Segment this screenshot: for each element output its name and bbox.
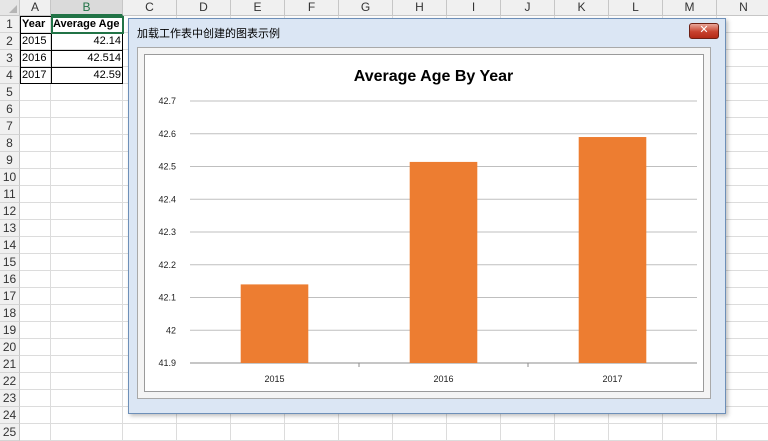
- select-all-corner[interactable]: [0, 0, 20, 16]
- column-header-k[interactable]: K: [555, 0, 609, 16]
- row-header-4[interactable]: 4: [0, 67, 20, 84]
- row-header-23[interactable]: 23: [0, 390, 20, 407]
- bar-2017: [578, 137, 647, 363]
- gridline: [20, 423, 768, 424]
- y-tick-label: 42.2: [158, 260, 176, 270]
- row-header-25[interactable]: 25: [0, 424, 20, 441]
- row-header-15[interactable]: 15: [0, 254, 20, 271]
- cell-a3[interactable]: 2016: [20, 50, 51, 67]
- row-header-7[interactable]: 7: [0, 118, 20, 135]
- bar-chart: Average Age By Year 41.9 42 42.1 42.2 42.3 42.…: [158, 68, 697, 384]
- bar-2015: [240, 284, 309, 363]
- cell-b1[interactable]: Average Age: [51, 16, 123, 33]
- table-border-inner: [20, 50, 123, 51]
- row-header-16[interactable]: 16: [0, 271, 20, 288]
- x-tick-label: 2017: [602, 374, 622, 384]
- row-header-17[interactable]: 17: [0, 288, 20, 305]
- column-header-i[interactable]: I: [447, 0, 501, 16]
- chart-window[interactable]: 加载工作表中创建的图表示例 ✕ Average Age By Year 41.9 4…: [128, 18, 726, 414]
- chart-area: Average Age By Year 41.9 42 42.1 42.2 42.3 42.…: [144, 54, 704, 392]
- row-header-11[interactable]: 11: [0, 186, 20, 203]
- y-tick-label: 42.1: [158, 293, 176, 303]
- column-header-c[interactable]: C: [123, 0, 177, 16]
- y-tick-label: 41.9: [158, 358, 176, 368]
- row-header-19[interactable]: 19: [0, 322, 20, 339]
- y-tick-label: 42: [166, 325, 176, 335]
- cell-a1[interactable]: Year: [20, 16, 51, 33]
- column-header-f[interactable]: F: [285, 0, 339, 16]
- row-header-1[interactable]: 1: [0, 16, 20, 33]
- table-border-inner: [20, 67, 123, 68]
- row-header-2[interactable]: 2: [0, 33, 20, 50]
- column-header-j[interactable]: J: [501, 0, 555, 16]
- cell-a2[interactable]: 2015: [20, 33, 51, 50]
- column-header-g[interactable]: G: [339, 0, 393, 16]
- y-tick-label: 42.6: [158, 129, 176, 139]
- row-header-18[interactable]: 18: [0, 305, 20, 322]
- column-header-a[interactable]: A: [20, 0, 51, 16]
- column-header-b[interactable]: B: [51, 0, 123, 16]
- cell-b2[interactable]: 42.14: [51, 33, 123, 50]
- row-header-20[interactable]: 20: [0, 339, 20, 356]
- y-tick-label: 42.4: [158, 194, 176, 204]
- chart-container: Average Age By Year 41.9 42 42.1 42.2 42.3 42.…: [137, 47, 711, 399]
- row-header-21[interactable]: 21: [0, 356, 20, 373]
- row-header-8[interactable]: 8: [0, 135, 20, 152]
- window-title: 加载工作表中创建的图表示例: [137, 27, 280, 40]
- cell-a4[interactable]: 2017: [20, 67, 51, 84]
- x-tick-label: 2016: [433, 374, 453, 384]
- x-tick-label: 2015: [264, 374, 284, 384]
- row-header-13[interactable]: 13: [0, 220, 20, 237]
- column-header-m[interactable]: M: [663, 0, 717, 16]
- row-header-6[interactable]: 6: [0, 101, 20, 118]
- y-tick-label: 42.7: [158, 96, 176, 106]
- y-tick-label: 42.3: [158, 227, 176, 237]
- row-header-14[interactable]: 14: [0, 237, 20, 254]
- column-header-e[interactable]: E: [231, 0, 285, 16]
- table-border-inner: [20, 33, 123, 34]
- y-tick-label: 42.5: [158, 162, 176, 172]
- row-header-9[interactable]: 9: [0, 152, 20, 169]
- row-header-10[interactable]: 10: [0, 169, 20, 186]
- row-header-5[interactable]: 5: [0, 84, 20, 101]
- column-header-d[interactable]: D: [177, 0, 231, 16]
- chart-title: Average Age By Year: [354, 68, 514, 85]
- cell-b4[interactable]: 42.59: [51, 67, 123, 84]
- row-header-12[interactable]: 12: [0, 203, 20, 220]
- close-button[interactable]: ✕: [689, 23, 719, 39]
- row-header-24[interactable]: 24: [0, 407, 20, 424]
- column-header-l[interactable]: L: [609, 0, 663, 16]
- column-header-n[interactable]: N: [717, 0, 768, 16]
- cell-b3[interactable]: 42.514: [51, 50, 123, 67]
- column-header-h[interactable]: H: [393, 0, 447, 16]
- row-header-22[interactable]: 22: [0, 373, 20, 390]
- bar-2016: [409, 161, 478, 363]
- row-header-3[interactable]: 3: [0, 50, 20, 67]
